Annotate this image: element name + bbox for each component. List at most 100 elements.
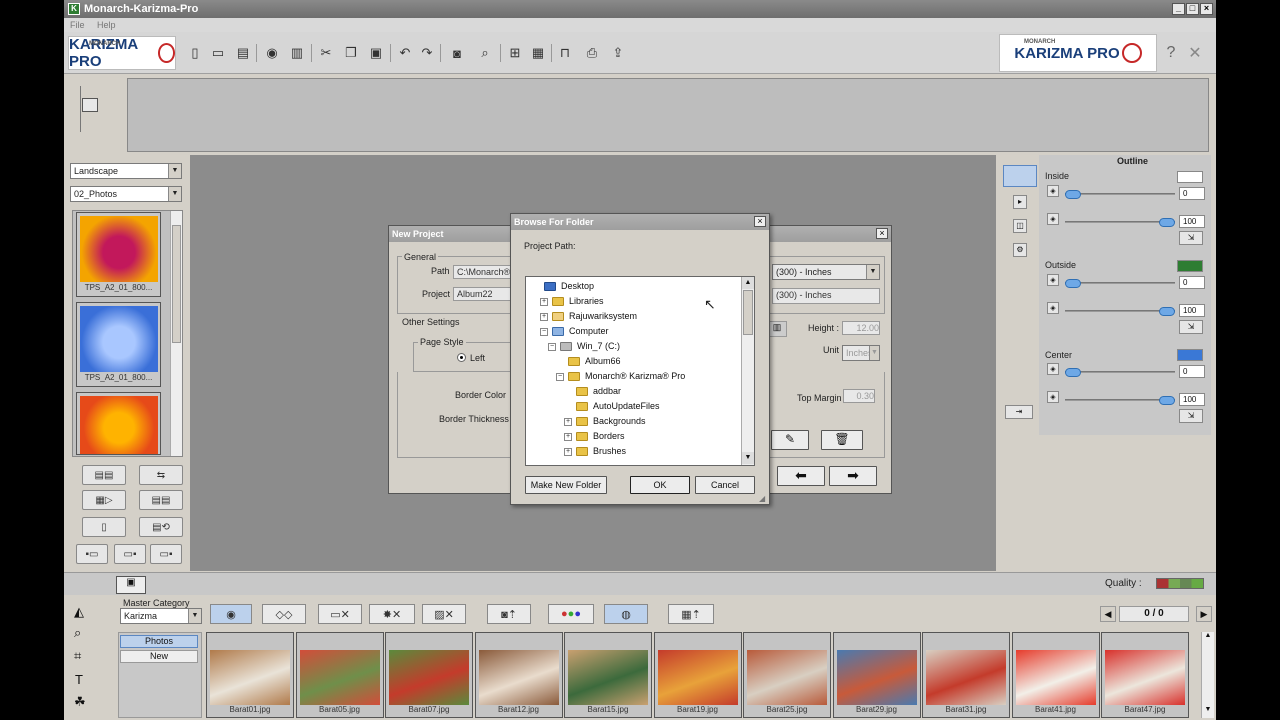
menu-help[interactable]: Help [97,20,116,30]
play-icon[interactable]: ◉ [263,44,281,62]
tree-item[interactable]: Desktop [532,279,594,294]
close-icon[interactable]: × [1200,3,1213,15]
slider-preset-icon[interactable]: ◈ [1047,391,1059,403]
redo-icon[interactable]: ↷ [418,44,436,62]
tree-item[interactable]: + Borders [564,429,625,444]
back-arrow-icon[interactable]: ⬅ [777,466,825,486]
outside-value-field[interactable]: 0 [1179,276,1205,289]
insert-button[interactable]: ▦▷ [82,490,126,510]
photo-thumb[interactable]: Barat47.jpg [1101,632,1189,718]
lock-icon[interactable]: ⊓ [556,44,574,62]
effects-button[interactable]: ◍ [604,604,648,624]
scroll-thumb[interactable] [743,290,753,335]
outside-slider[interactable] [1065,279,1175,288]
outside-value-field[interactable]: 100 [1179,304,1205,317]
shape-tool-icon[interactable]: ☘ [74,694,86,710]
browse-close-icon[interactable]: × [754,216,766,227]
outline-tool-icon[interactable] [1003,165,1037,187]
photo-thumb[interactable]: Barat15.jpg [564,632,652,718]
expander-icon[interactable]: + [564,432,572,441]
unit-select[interactable]: Inches ▼ [842,345,880,361]
scroll-up-icon[interactable]: ▲ [742,277,754,289]
film-icon[interactable]: ▥ [288,44,306,62]
tree-item[interactable]: + Libraries [540,294,604,309]
minimize-icon[interactable]: _ [1172,3,1185,15]
category-select[interactable]: 02_Photos ▼ [70,186,182,202]
photo-thumb[interactable]: Barat29.jpg [832,632,921,718]
inside-slider[interactable] [1065,190,1175,199]
trash-icon[interactable]: 🗑 [821,430,863,450]
inside-color-swatch[interactable] [1177,171,1203,183]
slider-knob[interactable] [1065,368,1081,377]
photo-thumb[interactable]: Barat07.jpg [385,632,473,718]
photo-strip-scrollbar[interactable]: ▲ ▼ [1201,632,1214,718]
zoom-icon[interactable]: ⌕ [476,44,494,62]
undo-icon[interactable]: ↶ [396,44,414,62]
edit-icon[interactable]: ✎ [771,430,809,450]
text-tool-icon[interactable]: T [75,672,83,687]
center-reset-icon[interactable]: ⇲ [1179,409,1203,423]
layout-icon[interactable]: ▦ [529,44,547,62]
tree-item[interactable]: AutoUpdateFiles [564,399,660,414]
expander-icon[interactable]: + [540,297,548,306]
layout-button[interactable]: ▤▤ [82,465,126,485]
copy-icon[interactable]: ❐ [342,44,360,62]
expander-icon[interactable]: − [540,327,548,336]
center-value-field[interactable]: 0 [1179,365,1205,378]
crop-tool-icon[interactable]: ⌗ [74,648,81,664]
slider-preset-icon[interactable]: ◈ [1047,185,1059,197]
outside-reset-icon[interactable]: ⇲ [1179,320,1203,334]
align-left-button[interactable]: ▪▭ [76,544,108,564]
template-thumb[interactable]: TPS_A2_01_800... [76,302,161,387]
append-button[interactable]: ▤▤ [139,490,183,510]
resize-grip-icon[interactable]: ◢ [759,494,765,503]
inside-slider[interactable] [1065,218,1175,227]
tree-item[interactable]: + Backgrounds [564,414,646,429]
template-thumb[interactable] [76,392,161,455]
make-new-folder-button[interactable]: Make New Folder [525,476,607,494]
slider-preset-icon[interactable]: ◈ [1047,302,1059,314]
expander-icon[interactable]: − [548,342,556,351]
cut-icon[interactable]: ✂ [317,44,335,62]
apply-icon[interactable]: ⇥ [1005,405,1033,419]
template-scrollbar[interactable] [170,211,182,456]
new-icon[interactable]: ▯ [186,44,204,62]
exit-icon[interactable]: ✕ [1186,44,1204,62]
slider-preset-icon[interactable]: ◈ [1047,363,1059,375]
settings-tool-icon[interactable]: ⚙ [1013,243,1027,257]
open-icon[interactable]: ▭ [209,44,227,62]
orientation-select[interactable]: Landscape ▼ [70,163,182,179]
height-field[interactable]: 12.00 [842,321,880,335]
photo-thumb[interactable]: Barat19.jpg [653,632,742,718]
photo-export-button[interactable]: ◙⇡ [487,604,531,624]
maximize-icon[interactable]: □ [1186,3,1199,15]
photo-thumb[interactable]: Barat12.jpg [474,632,563,718]
template-thumb[interactable]: TPS_A2_01_800... [76,212,161,297]
frame-remove-button[interactable]: ▭✕ [318,604,362,624]
magnify-tool-icon[interactable]: ⌕ [74,625,81,641]
center-slider[interactable] [1065,396,1175,405]
slider-knob[interactable] [1065,190,1081,199]
slider-knob[interactable] [1065,279,1081,288]
photo-mode-button[interactable]: ◉ [210,604,252,624]
tree-scrollbar[interactable]: ▲ ▼ [741,277,754,465]
top-margin-field[interactable]: 0.30 [843,389,875,403]
shadow-tool-icon[interactable]: ▸ [1013,195,1027,209]
tree-item[interactable]: − Computer [540,324,609,339]
blank-page-button[interactable]: ▯ [82,517,126,537]
scroll-thumb[interactable] [172,225,181,343]
expander-icon[interactable]: − [556,372,564,381]
photo-thumb[interactable]: Barat01.jpg [206,632,294,718]
scroll-down-icon[interactable]: ▼ [1202,706,1214,716]
new-project-close-icon[interactable]: × [876,228,888,239]
page-size-field[interactable]: (300) - Inches [772,288,880,304]
print-icon[interactable]: ⎙ [583,44,601,62]
color-balls-button[interactable]: ● ● ● [548,604,594,624]
prev-page-icon[interactable]: ◀ [1100,606,1116,622]
tree-item[interactable]: addbar [564,384,621,399]
swap-button[interactable]: ⇆ [139,465,183,485]
align-right-button[interactable]: ▭▪ [150,544,182,564]
folder-tree[interactable]: Desktop + Libraries + Rajuwariksystem − Comput… [525,276,755,466]
expander-icon[interactable]: + [564,447,572,456]
camera-icon[interactable]: ◙ [448,44,466,62]
